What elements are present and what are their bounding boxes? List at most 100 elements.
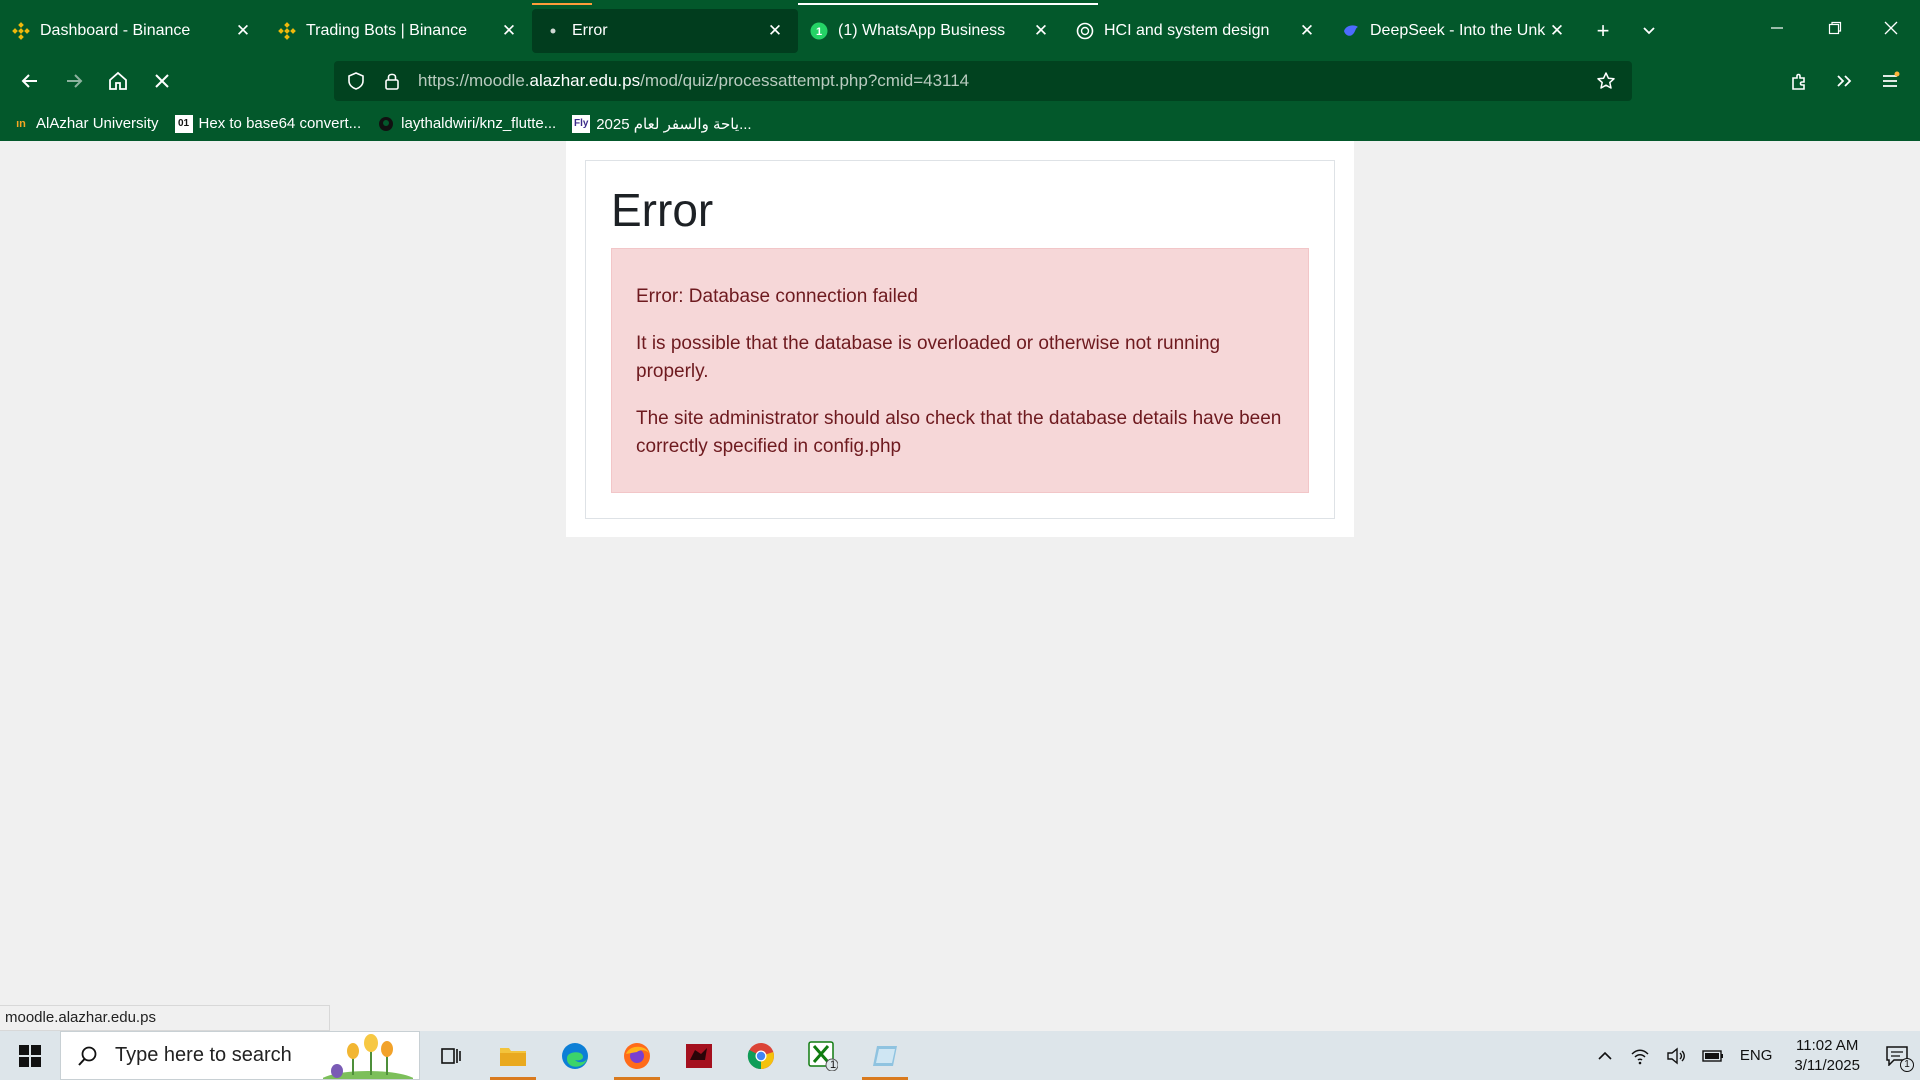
tab-title: DeepSeek - Into the Unknown — [1370, 21, 1546, 39]
loading-dot-icon — [544, 22, 562, 40]
arrow-right-icon — [67, 73, 83, 88]
show-hidden-icons-button[interactable] — [1588, 1031, 1622, 1080]
taskbar-search-box[interactable]: Type here to search — [60, 1031, 420, 1080]
bookmark-travel-2025[interactable]: Fly 2025 ياحة والسفر لعام... — [572, 114, 752, 133]
tab-deepseek[interactable]: DeepSeek - Into the Unknown ✕ — [1330, 9, 1580, 53]
hex-icon: 01 — [174, 114, 193, 133]
chevron-up-icon — [1598, 1051, 1612, 1060]
tab-error[interactable]: Error ✕ — [532, 2, 798, 53]
notes-icon — [873, 1045, 897, 1066]
notes-app-button[interactable] — [854, 1031, 916, 1080]
home-icon — [109, 71, 127, 90]
close-window-button[interactable] — [1862, 0, 1920, 55]
stop-loading-button[interactable] — [140, 61, 184, 101]
binance-icon — [12, 21, 30, 40]
url-domain: alazhar.edu.ps — [529, 71, 641, 90]
bookmark-label: AlAzhar University — [36, 115, 159, 132]
error-message: Error: Database connection failed — [636, 286, 918, 307]
bookmark-hex-base64[interactable]: 01 Hex to base64 convert... — [174, 114, 362, 133]
navigation-toolbar: https://moodle.alazhar.edu.ps/mod/quiz/p… — [0, 55, 1920, 106]
tulips-decoration-icon — [323, 1034, 413, 1079]
close-icon[interactable]: ✕ — [1030, 20, 1052, 42]
stop-icon — [155, 73, 169, 88]
tab-trading-bots[interactable]: Trading Bots | Binance ✕ — [266, 9, 532, 53]
minimize-button[interactable] — [1748, 0, 1806, 55]
xbox-button[interactable]: 1 — [792, 1031, 854, 1080]
lock-icon[interactable] — [374, 61, 410, 101]
whatsapp-icon: 1 — [810, 22, 828, 40]
error-page-container: Error Error: Database connection failed … — [566, 141, 1354, 537]
input-language-button[interactable]: ENG — [1732, 1031, 1781, 1080]
page-content: Error Error: Database connection failed … — [0, 141, 1920, 1031]
system-tray: ENG 11:02 AM 3/11/2025 1 — [1588, 1031, 1920, 1080]
alazhar-icon: ın — [16, 117, 26, 130]
notifications-button[interactable]: 1 — [1874, 1031, 1920, 1080]
tab-title: HCI and system design — [1104, 21, 1270, 39]
bookmark-github-knz[interactable]: laythaldwiri/knz_flutte... — [377, 115, 556, 133]
forward-button[interactable] — [52, 61, 96, 101]
deepseek-icon — [1342, 22, 1360, 40]
bookmarks-toolbar: ın AlAzhar University 01 Hex to base64 c… — [0, 106, 1920, 141]
page-title: Error — [611, 184, 714, 236]
tab-title: (1) WhatsApp Business — [838, 21, 1006, 39]
gaming-app-button[interactable] — [668, 1031, 730, 1080]
error-alert: Error: Database connection failed It is … — [611, 248, 1309, 493]
bookmark-label: 2025 ياحة والسفر لعام... — [596, 115, 752, 133]
close-icon[interactable]: ✕ — [764, 20, 786, 42]
binance-icon — [278, 21, 296, 40]
game-icon — [686, 1043, 712, 1068]
extensions-button[interactable] — [1777, 61, 1821, 101]
tab-title: Dashboard - Binance — [40, 21, 191, 39]
bookmark-alazhar[interactable]: ın AlAzhar University — [12, 115, 159, 133]
app-menu-button[interactable] — [1868, 61, 1912, 101]
close-icon[interactable]: ✕ — [1546, 20, 1568, 42]
new-tab-button[interactable]: + — [1580, 9, 1626, 53]
start-button[interactable] — [0, 1031, 60, 1080]
search-icon — [78, 1046, 97, 1066]
clock[interactable]: 11:02 AM 3/11/2025 — [1780, 1036, 1874, 1076]
close-icon[interactable]: ✕ — [1296, 20, 1318, 42]
bookmark-label: Hex to base64 convert... — [198, 115, 362, 132]
edge-button[interactable] — [544, 1031, 606, 1080]
firefox-button[interactable] — [606, 1031, 668, 1080]
tab-hci-system-design[interactable]: HCI and system design ✕ — [1064, 9, 1330, 53]
wifi-icon — [1631, 1049, 1649, 1064]
folder-icon — [500, 1047, 526, 1066]
close-icon[interactable]: ✕ — [232, 20, 254, 42]
tab-whatsapp-business[interactable]: 1 (1) WhatsApp Business ✕ — [798, 2, 1098, 53]
overflow-menu-button[interactable] — [1822, 61, 1866, 101]
volume-button[interactable] — [1658, 1031, 1694, 1080]
home-button[interactable] — [96, 61, 140, 101]
notification-count: 1 — [1900, 1058, 1914, 1072]
restore-button[interactable] — [1806, 0, 1864, 55]
flag-icon: Fly — [572, 114, 591, 133]
bookmark-star-icon[interactable] — [1588, 61, 1624, 101]
chrome-icon — [747, 1042, 774, 1069]
shield-icon[interactable] — [338, 61, 374, 101]
taskbar: Type here to search 1 ENG 11:02 AM 3/11/… — [0, 1031, 1920, 1080]
bookmark-label: laythaldwiri/knz_flutte... — [401, 115, 557, 132]
close-icon[interactable]: ✕ — [498, 20, 520, 42]
battery-icon — [1702, 1049, 1723, 1062]
address-bar[interactable]: https://moodle.alazhar.edu.ps/mod/quiz/p… — [334, 61, 1632, 101]
github-icon — [377, 115, 395, 133]
firefox-icon — [624, 1042, 650, 1069]
task-view-button[interactable] — [420, 1031, 482, 1080]
url-path: /mod/quiz/processattempt.php?cmid=43114 — [640, 71, 970, 90]
list-all-tabs-button[interactable] — [1626, 9, 1672, 53]
file-explorer-button[interactable] — [482, 1031, 544, 1080]
battery-button[interactable] — [1694, 1031, 1732, 1080]
clock-time: 11:02 AM — [1796, 1036, 1859, 1054]
svg-text:1: 1 — [816, 26, 822, 38]
tab-dashboard-binance[interactable]: Dashboard - Binance ✕ — [0, 9, 266, 53]
xbox-badge: 1 — [830, 1059, 837, 1071]
clock-date: 3/11/2025 — [1794, 1056, 1860, 1074]
network-button[interactable] — [1622, 1031, 1658, 1080]
speaker-icon — [1667, 1047, 1685, 1064]
error-admin-note: The site administrator should also check… — [636, 408, 1282, 457]
error-box: Error Error: Database connection failed … — [585, 160, 1335, 519]
url-text[interactable]: https://moodle.alazhar.edu.ps/mod/quiz/p… — [418, 71, 969, 91]
tab-title: Trading Bots | Binance — [306, 21, 467, 39]
chrome-button[interactable] — [730, 1031, 792, 1080]
back-button[interactable] — [8, 61, 52, 101]
